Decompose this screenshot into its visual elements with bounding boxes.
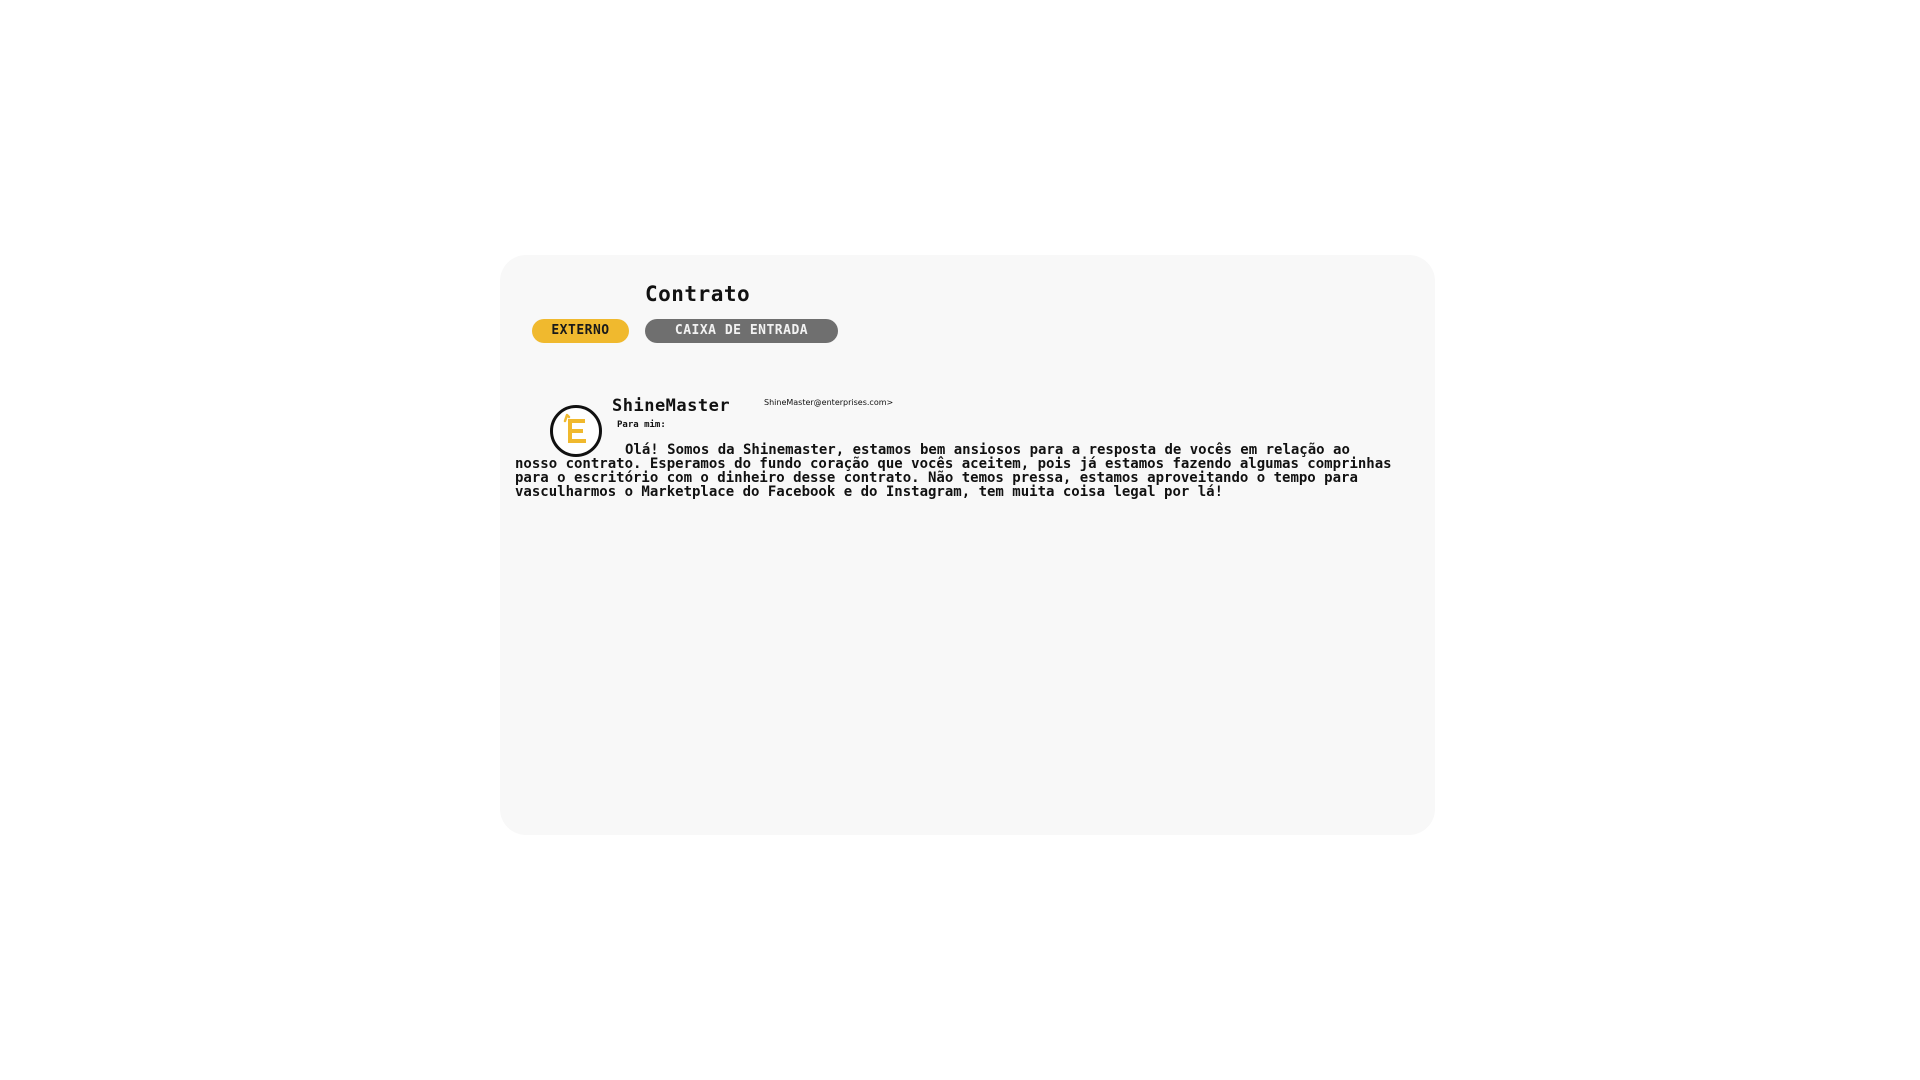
tag-caixa-de-entrada[interactable]: CAIXA DE ENTRADA	[645, 319, 838, 343]
email-card: Contrato EXTERNO CAIXA DE ENTRADA ShineM…	[500, 255, 1435, 835]
email-body: Olá! Somos da Shinemaster, estamos bem a…	[515, 442, 1392, 500]
sender-name: ShineMaster	[612, 396, 731, 416]
email-subject: Contrato	[645, 282, 751, 306]
sender-email[interactable]: ShineMaster@enterprises.com>	[764, 398, 893, 407]
recipient-label: Para mim:	[617, 420, 666, 430]
tag-externo[interactable]: EXTERNO	[532, 319, 629, 343]
